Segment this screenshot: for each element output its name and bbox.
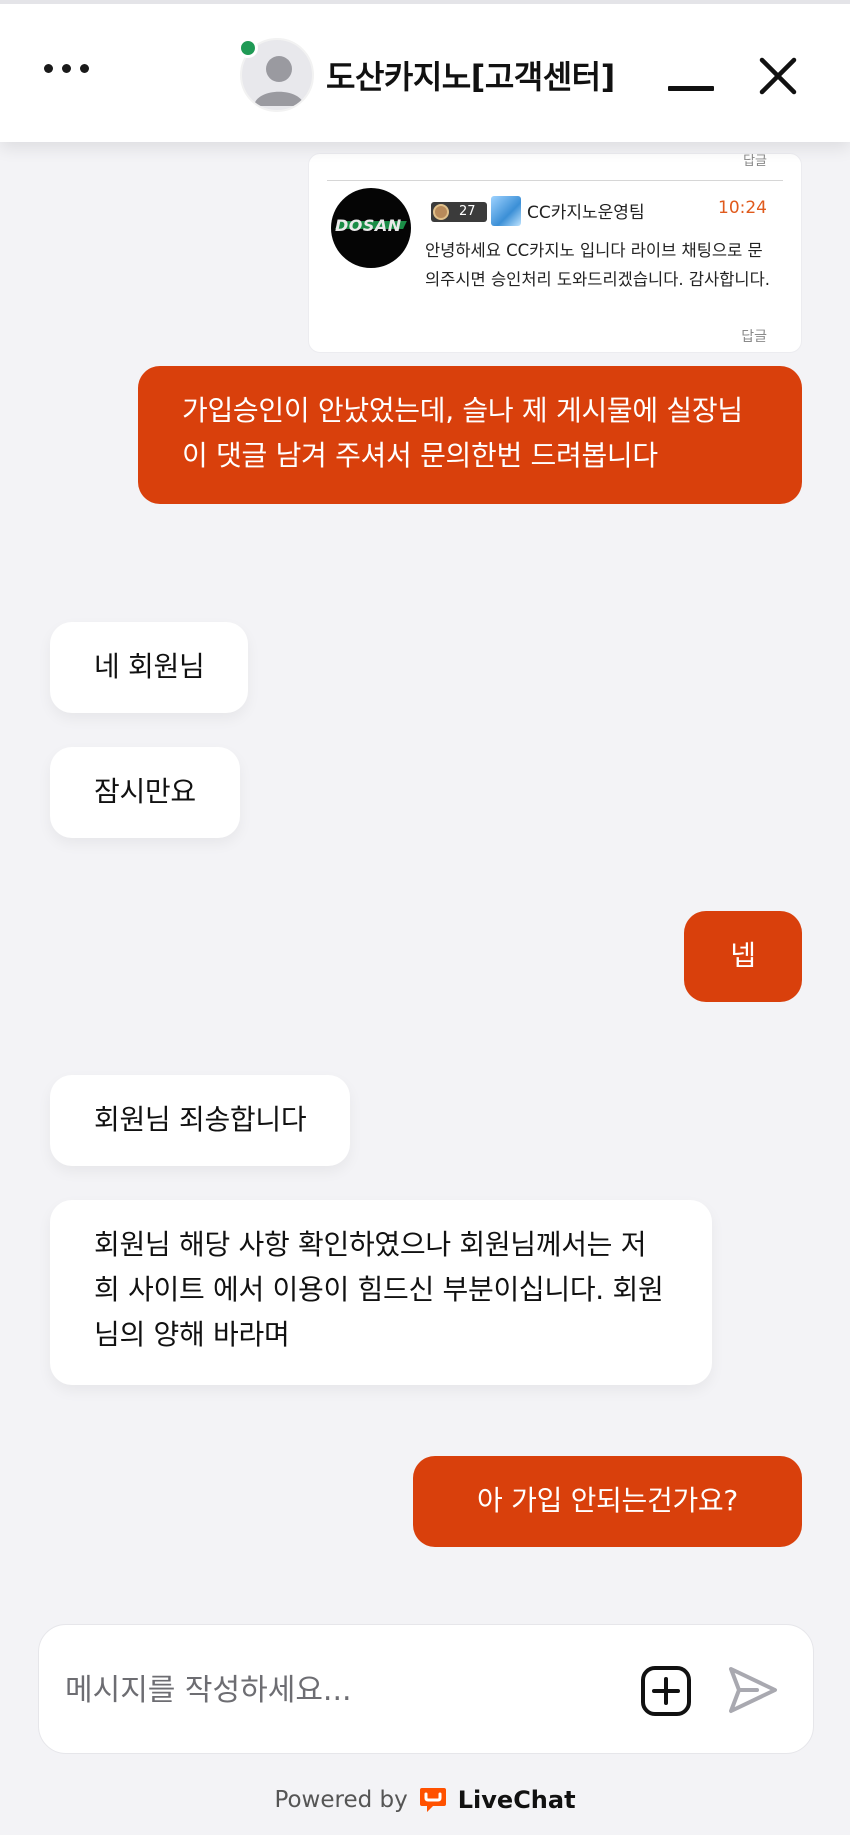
more-dots-icon[interactable] [44,64,89,73]
reply-label: 답글 [743,154,767,169]
message-input[interactable] [65,1663,625,1717]
message-list[interactable]: 답글 DOSAN 27 CC카지노운영팀 10:24 안녕하세요 CC카지노 입… [0,142,850,1610]
reply-label: 답글 [741,329,767,345]
online-status-dot [238,38,258,58]
dosan-logo: DOSAN [331,188,411,268]
powered-by-footer[interactable]: Powered by LiveChat [0,1780,850,1820]
minimize-icon[interactable] [668,86,714,91]
agent-message[interactable]: 네 회원님 [50,622,249,713]
add-attachment-icon[interactable] [640,1665,692,1717]
powered-by-text: Powered by [274,1787,408,1813]
livechat-logo-icon [419,1788,446,1812]
comment-time: 10:24 [718,198,767,218]
team-name: CC카지노운영팀 [527,203,645,223]
team-icon [491,196,521,226]
visitor-message[interactable]: 아 가입 안되는건가요? [413,1456,802,1547]
send-icon[interactable] [727,1665,779,1715]
message-composer [38,1624,814,1754]
close-icon[interactable] [756,54,800,98]
shared-screenshot-image[interactable]: 답글 DOSAN 27 CC카지노운영팀 10:24 안녕하세요 CC카지노 입… [308,153,802,353]
comment-text: 안녕하세요 CC카지노 입니다 라이브 채팅으로 문의주시면 승인처리 도와드리… [425,241,771,289]
level-gem-icon [433,204,449,220]
visitor-message[interactable]: 가입승인이 안났었는데, 슬나 제 게시물에 실장님이 댓글 남겨 주셔서 문의… [138,366,802,504]
logo-text: DOSAN [335,216,402,235]
visitor-message[interactable]: 넵 [684,911,802,1002]
chat-title: 도산카지노[고객센터] [326,58,615,96]
livechat-brand: LiveChat [457,1786,576,1814]
agent-message[interactable]: 회원님 해당 사항 확인하였으나 회원님께서는 저희 사이트 에서 이용이 힘드… [50,1200,712,1385]
chat-header: 도산카지노[고객센터] [0,0,850,142]
divider [327,180,783,181]
agent-message[interactable]: 회원님 죄송합니다 [50,1075,351,1166]
agent-message[interactable]: 잠시만요 [50,747,240,838]
